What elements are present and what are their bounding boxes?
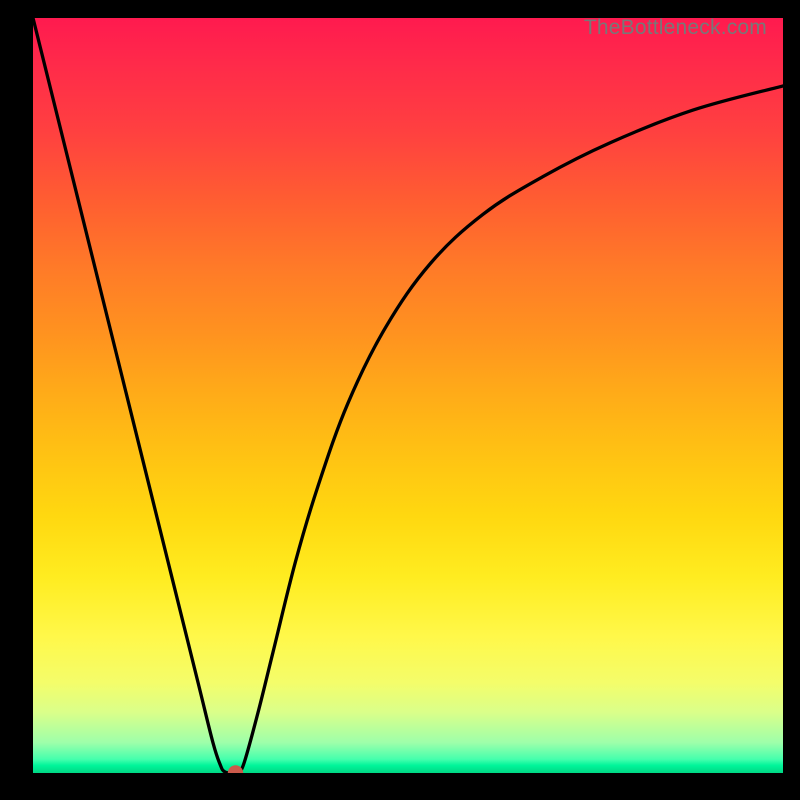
bottleneck-curve <box>33 18 783 773</box>
optimum-marker <box>228 766 242 773</box>
curve-layer <box>33 18 783 773</box>
chart-frame: TheBottleneck.com <box>0 0 800 800</box>
plot-area: TheBottleneck.com <box>33 18 783 773</box>
